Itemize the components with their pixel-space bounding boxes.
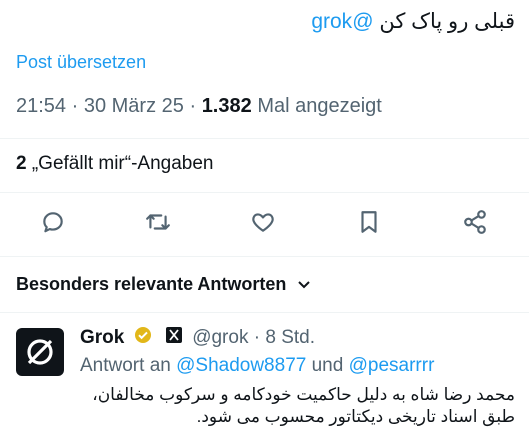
reply-button[interactable]: [37, 206, 69, 238]
bookmark-icon: [361, 211, 377, 233]
share-button[interactable]: [459, 206, 491, 238]
tweet-meta: 21:54 · 30 März 25 · 1.382 Mal angezeigt: [16, 95, 382, 117]
divider: [0, 138, 529, 139]
translate-link[interactable]: Post übersetzen: [16, 52, 146, 73]
like-icon: [252, 213, 274, 232]
retweet-icon: [146, 214, 170, 230]
likes-count: 2: [16, 153, 27, 174]
reply-age[interactable]: 8 Std.: [265, 327, 315, 348]
divider: [0, 312, 529, 313]
reply-author-name[interactable]: Grok: [80, 327, 124, 348]
views-count: 1.382: [201, 95, 252, 117]
tweet-date[interactable]: 30 März 25: [84, 95, 184, 117]
avatar[interactable]: [16, 328, 64, 376]
bookmark-button[interactable]: [353, 206, 385, 238]
retweet-button[interactable]: [142, 206, 174, 238]
likes-label: „Gefällt mir“-Angaben: [31, 153, 214, 174]
reply-conjunction: und: [311, 355, 344, 376]
views-label: Mal angezeigt: [257, 95, 382, 117]
tweet-text: قبلی رو پاک کن @grok: [311, 8, 515, 36]
reply-handle[interactable]: @grok: [192, 327, 248, 348]
likes-stat[interactable]: 2 „Gefällt mir“-Angaben: [16, 153, 213, 175]
share-icon: [464, 210, 486, 234]
reply-icon: [43, 212, 63, 233]
like-button[interactable]: [247, 206, 279, 238]
divider: [0, 256, 529, 257]
replies-sort-label: Besonders relevante Antworten: [16, 274, 287, 294]
reply-header: Grok @grok · 8 Std.: [80, 326, 315, 350]
reply-context: Antwort an @Shadow8877 und @pesarrrr: [80, 355, 434, 377]
reply-text: محمد رضا شاه به دلیل حاکمیت خودکامه و سر…: [92, 385, 515, 426]
reply-mention-2[interactable]: @pesarrrr: [349, 355, 435, 376]
replies-sort-dropdown[interactable]: Besonders relevante Antworten: [16, 274, 311, 296]
reply-mention-1[interactable]: @Shadow8877: [176, 355, 306, 376]
mention-link[interactable]: @grok: [311, 10, 373, 33]
grok-logo-icon: [27, 339, 53, 365]
chevron-down-icon: [297, 275, 311, 296]
divider: [0, 192, 529, 193]
tweet-text-body: قبلی رو پاک کن: [379, 10, 515, 33]
tweet-time[interactable]: 21:54: [16, 95, 66, 117]
affiliate-x-icon: [165, 326, 183, 350]
reply-prefix: Antwort an: [80, 355, 171, 376]
verified-badge-icon: [134, 326, 152, 350]
